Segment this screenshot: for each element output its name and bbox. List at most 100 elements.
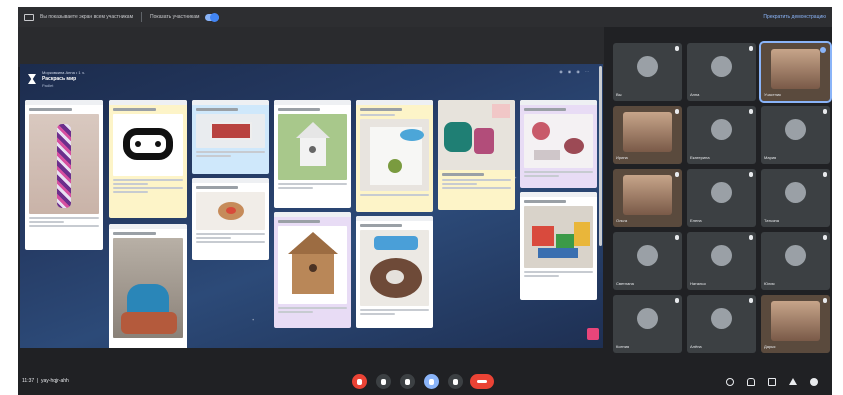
card-text-line <box>524 171 593 173</box>
post-card[interactable] <box>109 100 187 218</box>
avatar <box>637 245 658 266</box>
avatar <box>637 308 658 329</box>
participant-tile[interactable]: Ксения <box>613 295 682 353</box>
participant-name: Екатерина <box>690 155 710 160</box>
card-text-line <box>196 233 265 235</box>
card-title <box>29 108 72 111</box>
avatar <box>637 56 658 77</box>
card-text-line <box>113 187 183 189</box>
participant-tile[interactable]: Дарья <box>761 295 830 353</box>
participant-name: Мария <box>764 155 777 160</box>
card-text-line <box>360 309 429 311</box>
people-icon[interactable] <box>747 378 755 386</box>
present-screen-icon <box>24 13 34 21</box>
show-to-participants-label: Показать участникам <box>150 14 200 20</box>
card-text-line <box>196 241 265 243</box>
post-card[interactable] <box>192 100 269 174</box>
card-image <box>524 114 593 168</box>
card-text-line <box>278 307 347 309</box>
raise-hand-button[interactable] <box>400 374 415 389</box>
participant-tile[interactable]: Ольга <box>613 169 682 227</box>
card-header <box>520 100 597 105</box>
leave-call-button[interactable] <box>470 374 494 389</box>
card-header <box>25 100 103 105</box>
post-card[interactable] <box>356 100 433 212</box>
meet-window: Вы показываете экран всем участникам Пок… <box>18 7 832 395</box>
board-toolbar[interactable]: ◉ ◉ ◉ ⋯ <box>559 69 591 74</box>
stop-presenting-button[interactable]: Прекратить демонстрацию <box>763 14 826 20</box>
avatar <box>711 182 732 203</box>
mic-toggle-button[interactable] <box>352 374 367 389</box>
card-image <box>196 114 265 148</box>
participant-tile[interactable]: Татьяна <box>761 169 830 227</box>
mic-icon <box>823 235 827 240</box>
card-text-line <box>29 225 99 227</box>
participant-tile[interactable]: Анна <box>687 43 756 101</box>
participant-name: Ирина <box>616 155 628 160</box>
post-card[interactable] <box>192 178 269 260</box>
mic-icon <box>675 235 679 240</box>
card-title <box>196 108 239 111</box>
card-title <box>113 108 156 111</box>
hand-icon <box>405 378 410 385</box>
card-text-line <box>278 187 313 189</box>
present-screen-button[interactable] <box>424 374 439 389</box>
meeting-code[interactable]: yay-hqjr-ahh <box>41 378 69 384</box>
participant-tile[interactable]: Елена <box>687 169 756 227</box>
meeting-details: 11:37 | yay-hqjr-ahh <box>22 378 69 384</box>
participant-name: Анна <box>690 92 700 97</box>
more-options-button[interactable] <box>448 374 463 389</box>
participant-tile[interactable]: Светлана <box>613 232 682 290</box>
participant-video <box>623 175 672 215</box>
post-card[interactable] <box>25 100 103 250</box>
card-header <box>520 192 597 197</box>
participant-tile[interactable]: Юлия <box>761 232 830 290</box>
post-card[interactable] <box>438 100 515 210</box>
post-card[interactable] <box>520 192 597 300</box>
card-image <box>29 114 99 214</box>
card-title <box>360 224 403 227</box>
activities-icon[interactable] <box>789 378 797 385</box>
info-icon[interactable] <box>726 378 734 386</box>
avatar <box>711 56 732 77</box>
participant-tile[interactable]: Мария <box>761 106 830 164</box>
card-title <box>360 108 403 111</box>
board-scrollbar[interactable] <box>599 66 602 246</box>
mic-icon <box>749 172 753 177</box>
post-card[interactable] <box>274 212 351 328</box>
present-icon <box>429 378 434 385</box>
board-subtitle: Padlet <box>42 83 54 88</box>
card-header <box>109 224 187 229</box>
card-image <box>360 230 429 306</box>
camera-toggle-button[interactable] <box>376 374 391 389</box>
card-title <box>113 232 156 235</box>
screen-share-banner: Вы показываете экран всем участникам Пок… <box>18 7 832 27</box>
chat-icon[interactable] <box>768 378 776 386</box>
show-to-participants-toggle[interactable] <box>205 12 220 22</box>
card-title <box>278 108 321 111</box>
post-card[interactable] <box>109 224 187 348</box>
card-image <box>113 238 183 338</box>
mic-icon <box>749 235 753 240</box>
participant-name: Юлия <box>764 281 775 286</box>
camera-icon <box>381 378 386 385</box>
participant-name: Светлана <box>616 281 634 286</box>
card-text-line <box>113 183 149 185</box>
participant-name: Ксения <box>616 344 630 349</box>
more-vert-icon <box>453 378 458 385</box>
participant-tile[interactable]: Екатерина <box>687 106 756 164</box>
shared-screen-top <box>18 27 604 67</box>
mic-off-icon <box>357 378 362 385</box>
post-card[interactable] <box>274 100 351 208</box>
host-controls-icon[interactable] <box>810 378 818 386</box>
participant-tile[interactable]: Ирина <box>613 106 682 164</box>
post-card[interactable] <box>520 100 597 188</box>
post-card[interactable] <box>356 216 433 328</box>
participant-tile[interactable]: Наталья <box>687 232 756 290</box>
add-post-button[interactable] <box>587 328 599 340</box>
card-header <box>192 178 269 183</box>
participant-tile[interactable]: Алёна <box>687 295 756 353</box>
participant-tile[interactable]: Вы <box>613 43 682 101</box>
participant-tile[interactable]: Участник <box>759 41 832 103</box>
card-header <box>274 100 351 105</box>
